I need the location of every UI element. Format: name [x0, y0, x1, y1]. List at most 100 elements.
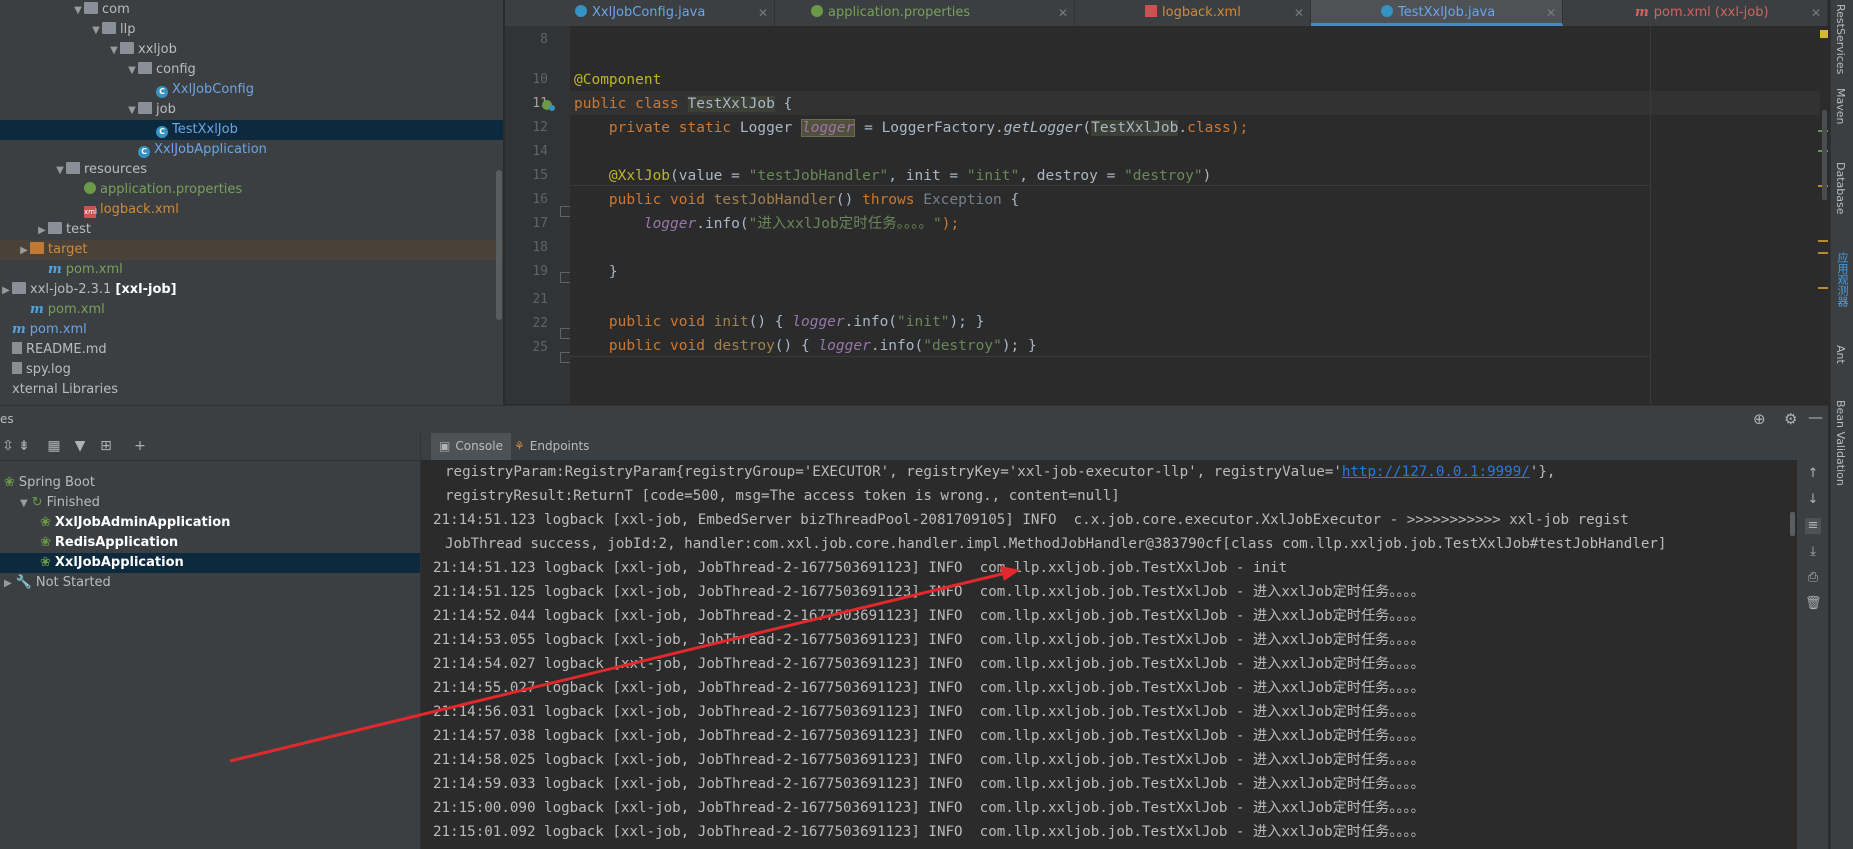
down-arrow-icon[interactable]: ↓	[1805, 492, 1821, 508]
chevron-icon[interactable]: ▼	[126, 101, 138, 121]
code-line-11: public class TestXxlJob {	[574, 92, 792, 116]
code-line-12: private static Logger logger = LoggerFac…	[574, 116, 1248, 140]
bean-validation-tool[interactable]: Bean Validation	[1834, 400, 1847, 486]
tree-item[interactable]: ▶ test	[36, 220, 91, 240]
chevron-icon[interactable]: ▶	[36, 221, 48, 241]
console-scrollbar[interactable]	[1790, 512, 1795, 536]
tree-scrollbar[interactable]	[496, 170, 502, 320]
editor-scrollbar[interactable]	[1822, 110, 1827, 200]
editor-tab[interactable]: m pom.xml (xxl-job) ✕	[1563, 0, 1828, 26]
tree-item-module: [xxl-job]	[115, 282, 177, 297]
editor-tab[interactable]: XxlJobConfig.java ✕	[505, 0, 775, 26]
editor-tab[interactable]: application.properties ✕	[775, 0, 1075, 26]
close-icon[interactable]: ✕	[1546, 0, 1556, 26]
code-editor[interactable]: @Component public class TestXxlJob { pri…	[570, 26, 1830, 404]
tab-label: pom.xml (xxl-job)	[1653, 5, 1769, 20]
tree-item[interactable]: README.md	[0, 340, 107, 360]
scroll-mark	[1818, 240, 1828, 242]
ant-tool[interactable]: Ant	[1834, 345, 1847, 364]
new-tab-icon[interactable]: ⊞	[98, 438, 114, 454]
service-item[interactable]: ❀ Spring Boot	[0, 473, 420, 493]
editor-tab[interactable]: logback.xml ✕	[1075, 0, 1311, 26]
tree-item[interactable]: ▼ xxljob	[108, 40, 177, 60]
keyword: class	[1187, 120, 1231, 136]
add-service-icon[interactable]: +	[132, 438, 148, 454]
gear-icon[interactable]: ⚙	[1784, 410, 1797, 428]
tree-item[interactable]: ▼ llp	[90, 20, 135, 40]
tree-item[interactable]: ▼ resources	[54, 160, 147, 180]
tree-item[interactable]: xml logback.xml	[72, 200, 179, 220]
code-line-25: public void destroy() { logger.info("des…	[574, 334, 1037, 358]
tree-item[interactable]: m pom.xml	[36, 260, 123, 280]
service-item[interactable]: ❀ XxlJobApplication	[0, 553, 420, 573]
rest-services-tool[interactable]: RestServices	[1834, 4, 1847, 74]
service-item[interactable]: ▼ ↻ Finished	[0, 493, 420, 513]
console-output[interactable]: registryParam:RegistryParam{registryGrou…	[421, 460, 1797, 849]
spring-bean-gutter-icon[interactable]	[541, 98, 555, 112]
tab-endpoints[interactable]: ⚘ Endpoints	[506, 433, 597, 460]
chevron-icon[interactable]: ▼	[126, 61, 138, 81]
up-arrow-icon[interactable]: ↑	[1805, 466, 1821, 482]
maven-icon: m	[30, 302, 44, 317]
chevron-icon[interactable]: ▼	[72, 1, 84, 21]
tree-item[interactable]: spy.log	[0, 360, 71, 380]
collapse-all-icon[interactable]: ⇟	[16, 438, 32, 454]
tree-item[interactable]: C TestXxlJob	[144, 120, 238, 140]
inspection-status-icon[interactable]	[1820, 30, 1828, 38]
keyword: public void	[608, 338, 714, 354]
line-number: 16	[532, 192, 548, 207]
tree-item[interactable]: C XxlJobApplication	[126, 140, 267, 160]
tree-item[interactable]: m pom.xml	[0, 320, 87, 340]
chevron-right-icon[interactable]: ▶	[4, 578, 12, 589]
database-tool[interactable]: Database	[1834, 162, 1847, 215]
globe-icon[interactable]: ⊕	[1753, 410, 1766, 428]
registry-url-link[interactable]: http://127.0.0.1:9999/	[1342, 464, 1530, 480]
project-tree[interactable]: ▼ com ▼ llp ▼ xxljob ▼ config C XxlJobConfig ▼ job C…	[0, 0, 503, 405]
close-icon[interactable]: ✕	[1294, 0, 1304, 26]
close-icon[interactable]: ✕	[758, 0, 768, 26]
tree-item[interactable]: application.properties	[72, 180, 242, 200]
tree-item[interactable]: ▼ job	[126, 100, 176, 120]
scroll-to-end-icon[interactable]: ⤓	[1805, 544, 1821, 560]
code-text: )	[1202, 168, 1212, 184]
app-observer-tool[interactable]: 应用观测器	[1834, 252, 1850, 307]
tree-item[interactable]: C XxlJobConfig	[144, 80, 254, 100]
print-icon[interactable]: ⎙	[1805, 570, 1821, 586]
console-side-toolbar: ↑ ↓ ≡ ⤓ ⎙ 🗑	[1797, 460, 1828, 849]
chevron-icon[interactable]: ▼	[54, 161, 66, 181]
tree-item[interactable]: ▼ config	[126, 60, 196, 80]
chevron-icon[interactable]: ▶	[18, 241, 30, 261]
tree-item[interactable]: m pom.xml	[18, 300, 105, 320]
tree-item[interactable]: ▶ target	[18, 240, 88, 260]
service-item[interactable]: ▶ 🔧 Not Started	[0, 573, 420, 593]
tab-console-label: Console	[455, 439, 503, 453]
expand-all-icon[interactable]: ⇳	[0, 438, 16, 454]
log-line: 21:14:53.055 logback [xxl-job, JobThread…	[433, 632, 1425, 648]
maven-tool[interactable]: Maven	[1834, 88, 1847, 124]
tree-item[interactable]: ▶ xxl-job-2.3.1 [xxl-job]	[0, 280, 177, 300]
chevron-icon[interactable]: ▶	[0, 281, 12, 301]
trash-icon[interactable]: 🗑	[1805, 596, 1822, 612]
tree-item[interactable]: xternal Libraries	[0, 380, 118, 400]
tree-item-label: spy.log	[26, 362, 71, 377]
service-item[interactable]: ❀ XxlJobAdminApplication	[0, 513, 420, 533]
filter-icon[interactable]: ▼	[72, 438, 88, 454]
chevron-icon[interactable]: ▼	[108, 41, 120, 61]
editor-tab[interactable]: TestXxlJob.java ✕	[1311, 0, 1563, 26]
log-line: 21:14:57.038 logback [xxl-job, JobThread…	[433, 728, 1425, 744]
tree-item[interactable]: ▼ com	[72, 0, 130, 20]
service-item[interactable]: ❀ RedisApplication	[0, 533, 420, 553]
tree-item-label: resources	[84, 162, 148, 177]
minimize-icon[interactable]: —	[1808, 408, 1823, 426]
tab-console[interactable]: ▣ Console	[431, 433, 511, 460]
editor-tab-bar: XxlJobConfig.java ✕ application.properties…	[505, 0, 1828, 27]
soft-wrap-icon[interactable]: ≡	[1805, 518, 1821, 534]
tree-item-label: logback.xml	[100, 202, 179, 217]
chevron-icon[interactable]: ▼	[90, 21, 102, 41]
close-icon[interactable]: ✕	[1811, 0, 1821, 26]
tree-item-label: pom.xml	[29, 322, 87, 337]
type: Exception	[923, 192, 1002, 208]
group-by-icon[interactable]: ▦	[46, 438, 62, 454]
chevron-down-icon[interactable]: ▼	[20, 498, 28, 509]
close-icon[interactable]: ✕	[1058, 0, 1068, 26]
